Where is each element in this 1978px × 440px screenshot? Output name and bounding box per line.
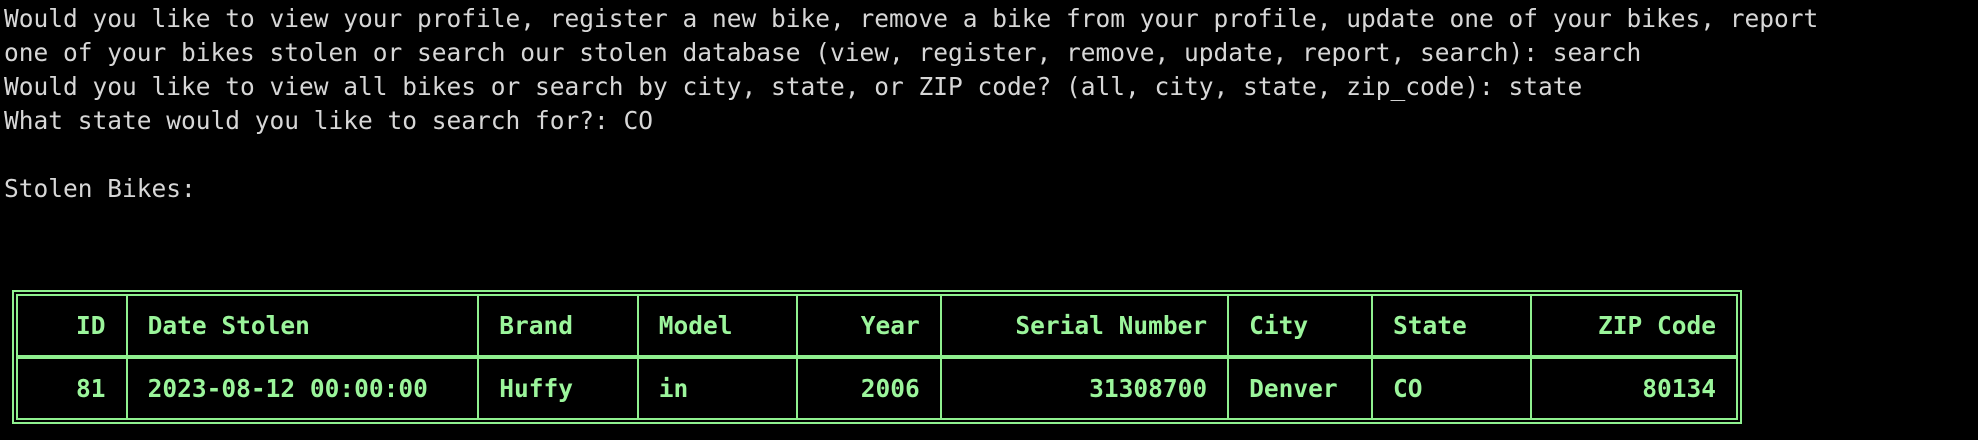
cell-brand: Huffy [477, 356, 639, 420]
column-header-date-stolen: Date Stolen [125, 294, 480, 359]
prompt-search-type-line: Would you like to view all bikes or sear… [4, 72, 1583, 101]
stolen-bikes-table: ID Date Stolen Brand Model Year Serial N… [16, 294, 1738, 420]
cell-date-stolen: 2023-08-12 00:00:00 [125, 356, 480, 420]
cell-year: 2006 [796, 356, 942, 420]
results-heading: Stolen Bikes: [4, 174, 196, 203]
column-header-brand: Brand [477, 294, 639, 359]
prompt-action-line-2: one of your bikes stolen or search our s… [4, 38, 1642, 67]
column-header-city: City [1227, 294, 1373, 359]
prompt-action-line-1: Would you like to view your profile, reg… [4, 4, 1819, 33]
prompt-state-line: What state would you like to search for?… [4, 106, 654, 135]
cell-serial-number: 31308700 [939, 356, 1230, 420]
terminal-window: Would you like to view your profile, reg… [0, 0, 1978, 440]
column-header-zip-code: ZIP Code [1530, 294, 1738, 359]
cell-zip-code: 80134 [1530, 356, 1738, 420]
column-header-model: Model [636, 294, 799, 359]
table-header-row: ID Date Stolen Brand Model Year Serial N… [16, 294, 1738, 359]
cell-id: 81 [16, 356, 128, 420]
stolen-bikes-table-frame: ID Date Stolen Brand Model Year Serial N… [12, 290, 1742, 424]
column-header-serial-number: Serial Number [939, 294, 1230, 359]
cell-state: CO [1370, 356, 1533, 420]
table-row: 81 2023-08-12 00:00:00 Huffy in 2006 313… [16, 356, 1738, 420]
column-header-year: Year [796, 294, 942, 359]
column-header-id: ID [16, 294, 128, 359]
cell-model: in [636, 356, 799, 420]
cell-city: Denver [1227, 356, 1373, 420]
column-header-state: State [1370, 294, 1533, 359]
